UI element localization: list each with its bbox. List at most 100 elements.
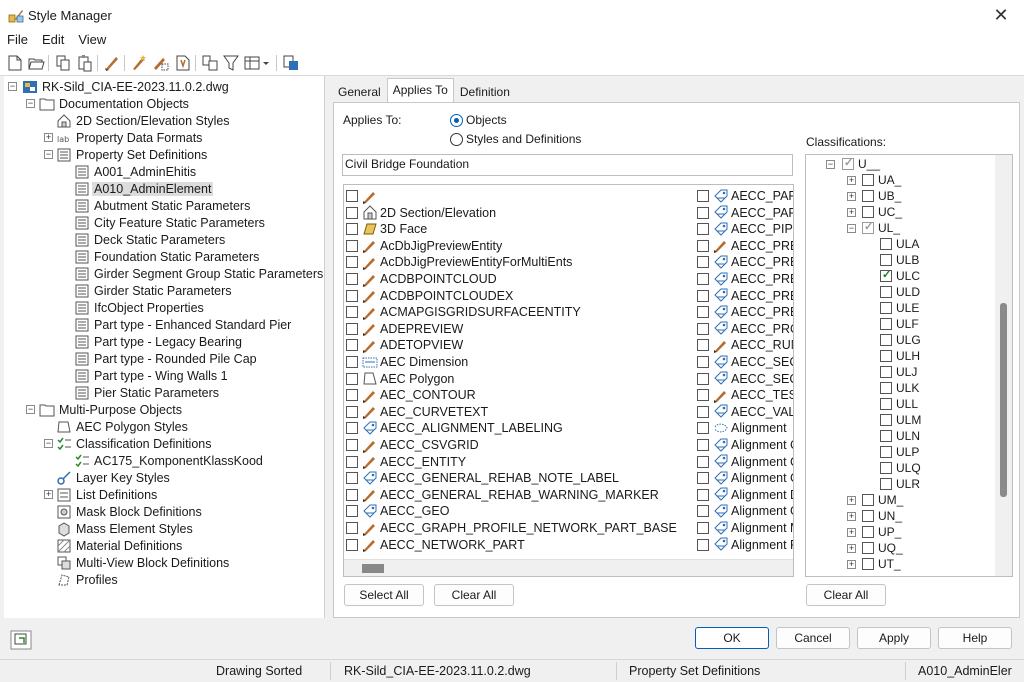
object-checkbox[interactable] (697, 190, 709, 202)
edit-style-icon[interactable] (152, 54, 170, 72)
classification-expander[interactable]: − (826, 160, 835, 169)
collapse-multi-purpose-objects[interactable]: − (26, 405, 35, 414)
classification-checkbox[interactable] (880, 238, 892, 250)
object-item[interactable]: AECC_NETWORK_PART (346, 537, 525, 553)
classification-checkbox[interactable] (862, 220, 874, 234)
filter-field[interactable]: Civil Bridge Foundation (342, 154, 793, 176)
object-checkbox[interactable] (346, 306, 358, 319)
classification-checkbox[interactable] (862, 510, 874, 522)
classification-item[interactable]: UL_ (862, 220, 900, 236)
classification-checkbox[interactable] (880, 478, 892, 490)
object-checkbox[interactable] (697, 339, 709, 352)
classification-item[interactable]: ULH (880, 348, 920, 364)
purge-icon[interactable] (103, 54, 121, 72)
object-item[interactable]: ADEPREVIEW (346, 321, 463, 337)
object-checkbox[interactable] (697, 223, 709, 236)
classification-item[interactable]: U__ (842, 156, 880, 172)
classification-checkbox[interactable] (880, 382, 892, 394)
classification-item[interactable]: ULF (880, 316, 919, 332)
object-checkbox[interactable] (697, 488, 709, 501)
menu-edit[interactable]: Edit (35, 30, 71, 50)
horizontal-scrollbar[interactable] (344, 559, 793, 576)
object-checkbox[interactable] (346, 239, 358, 252)
classification-item[interactable]: ULJ (880, 364, 917, 380)
classification-expander[interactable]: + (847, 512, 856, 521)
collapse-property-set-definitions[interactable]: − (44, 150, 53, 159)
object-checkbox[interactable] (697, 273, 709, 285)
object-item[interactable]: AECC_PROFI (697, 321, 793, 337)
classification-expander[interactable]: + (847, 496, 856, 505)
close-icon[interactable]: ✕ (978, 0, 1024, 30)
object-checkbox[interactable] (697, 256, 709, 269)
classification-item[interactable]: ULB (880, 252, 919, 268)
tree-item-property-data-formats[interactable]: lab Property Data Formats (56, 129, 204, 146)
classification-checkbox[interactable] (862, 206, 874, 218)
classifications-tree[interactable]: −U__+UA_+UB_+UC_−UL_ULAULBULCULDULEULFUL… (805, 154, 1013, 577)
object-checkbox[interactable] (346, 223, 358, 236)
classification-checkbox[interactable] (862, 558, 874, 570)
object-checkbox[interactable] (346, 190, 358, 202)
object-checkbox[interactable] (346, 439, 358, 451)
object-checkbox[interactable] (697, 455, 709, 468)
tab-definition[interactable]: Definition (454, 80, 516, 102)
clear-all-button[interactable]: Clear All (434, 584, 514, 606)
object-item[interactable]: ACMAPGISGRIDSURFACEENTITY (346, 304, 581, 320)
tree-item-2d-section-elevation-styles[interactable]: 2D Section/Elevation Styles (56, 112, 232, 129)
classification-checkbox[interactable] (880, 318, 892, 330)
object-item[interactable]: AECC_PART_ (697, 205, 793, 221)
classification-checkbox[interactable] (862, 542, 874, 554)
object-checkbox[interactable] (346, 256, 358, 269)
classification-item[interactable]: ULP (880, 444, 919, 460)
scrollbar-thumb[interactable] (362, 564, 384, 573)
classification-item[interactable]: ULG (880, 332, 921, 348)
object-item[interactable]: AECC_ALIGNMENT_LABELING (346, 420, 563, 436)
classification-item[interactable]: ULQ (880, 460, 921, 476)
cancel-button[interactable]: Cancel (776, 627, 850, 649)
object-item[interactable]: Alignment M (697, 520, 793, 536)
toggle-preview-icon[interactable] (10, 630, 32, 650)
object-item[interactable]: AECC_PIPE_F (697, 221, 793, 237)
copy-icon[interactable] (54, 54, 72, 72)
object-item[interactable]: AECC_GENERAL_REHAB_WARNING_MARKER (346, 487, 659, 503)
object-item[interactable]: AECC_GEO (346, 503, 449, 519)
object-checkbox[interactable] (697, 389, 709, 402)
object-checkbox[interactable] (346, 206, 358, 219)
tree-item-property-set[interactable]: Abutment Static Parameters (74, 197, 252, 214)
object-item[interactable]: Alignment C (697, 437, 793, 453)
classification-item[interactable]: UQ_ (862, 540, 903, 556)
tree-item-property-set[interactable]: A001_AdminEhitis (74, 163, 198, 180)
classification-expander[interactable]: + (847, 560, 856, 569)
tree-item-multi-purpose[interactable]: Layer Key Styles (56, 469, 172, 486)
object-checkbox[interactable] (346, 488, 358, 501)
object-item[interactable]: AEC Dimension (346, 354, 468, 370)
object-item[interactable]: AECC_PRESS (697, 304, 793, 320)
scrollbar-thumb[interactable] (1000, 303, 1007, 497)
open-drawing-icon[interactable] (27, 54, 45, 72)
classification-checkbox[interactable] (880, 414, 892, 426)
object-item[interactable]: AECC_PART_ (697, 188, 793, 204)
toggle-view-icon[interactable] (201, 54, 219, 72)
classification-item[interactable]: UB_ (862, 188, 901, 204)
object-checkbox[interactable] (346, 273, 358, 285)
object-checkbox[interactable] (346, 356, 358, 368)
tree-item-multi-purpose[interactable]: Material Definitions (56, 537, 184, 554)
view-options-icon[interactable] (243, 54, 271, 72)
classification-item[interactable]: ULA (880, 236, 919, 252)
object-checkbox[interactable] (697, 422, 709, 435)
radio-styles-indicator[interactable] (450, 132, 463, 146)
object-item[interactable]: AECC_SECTIO (697, 371, 793, 387)
classification-checkbox[interactable] (862, 494, 874, 506)
new-style-icon[interactable] (130, 54, 148, 72)
classification-expander[interactable]: + (847, 192, 856, 201)
object-checkbox[interactable] (697, 356, 709, 368)
object-checkbox[interactable] (346, 505, 358, 518)
classification-checkbox[interactable] (880, 268, 892, 282)
radio-objects-indicator[interactable] (450, 113, 463, 127)
tree-item-property-set[interactable]: Part type - Enhanced Standard Pier (74, 316, 293, 333)
apply-button[interactable]: Apply (857, 627, 931, 649)
classification-item[interactable]: ULM (880, 412, 921, 428)
classification-item[interactable]: UN_ (862, 508, 902, 524)
object-item[interactable]: Alignment C (697, 454, 793, 470)
tree-item-multi-purpose-objects[interactable]: Multi-Purpose Objects (39, 401, 184, 418)
object-item[interactable]: 2D Section/Elevation (346, 205, 496, 221)
